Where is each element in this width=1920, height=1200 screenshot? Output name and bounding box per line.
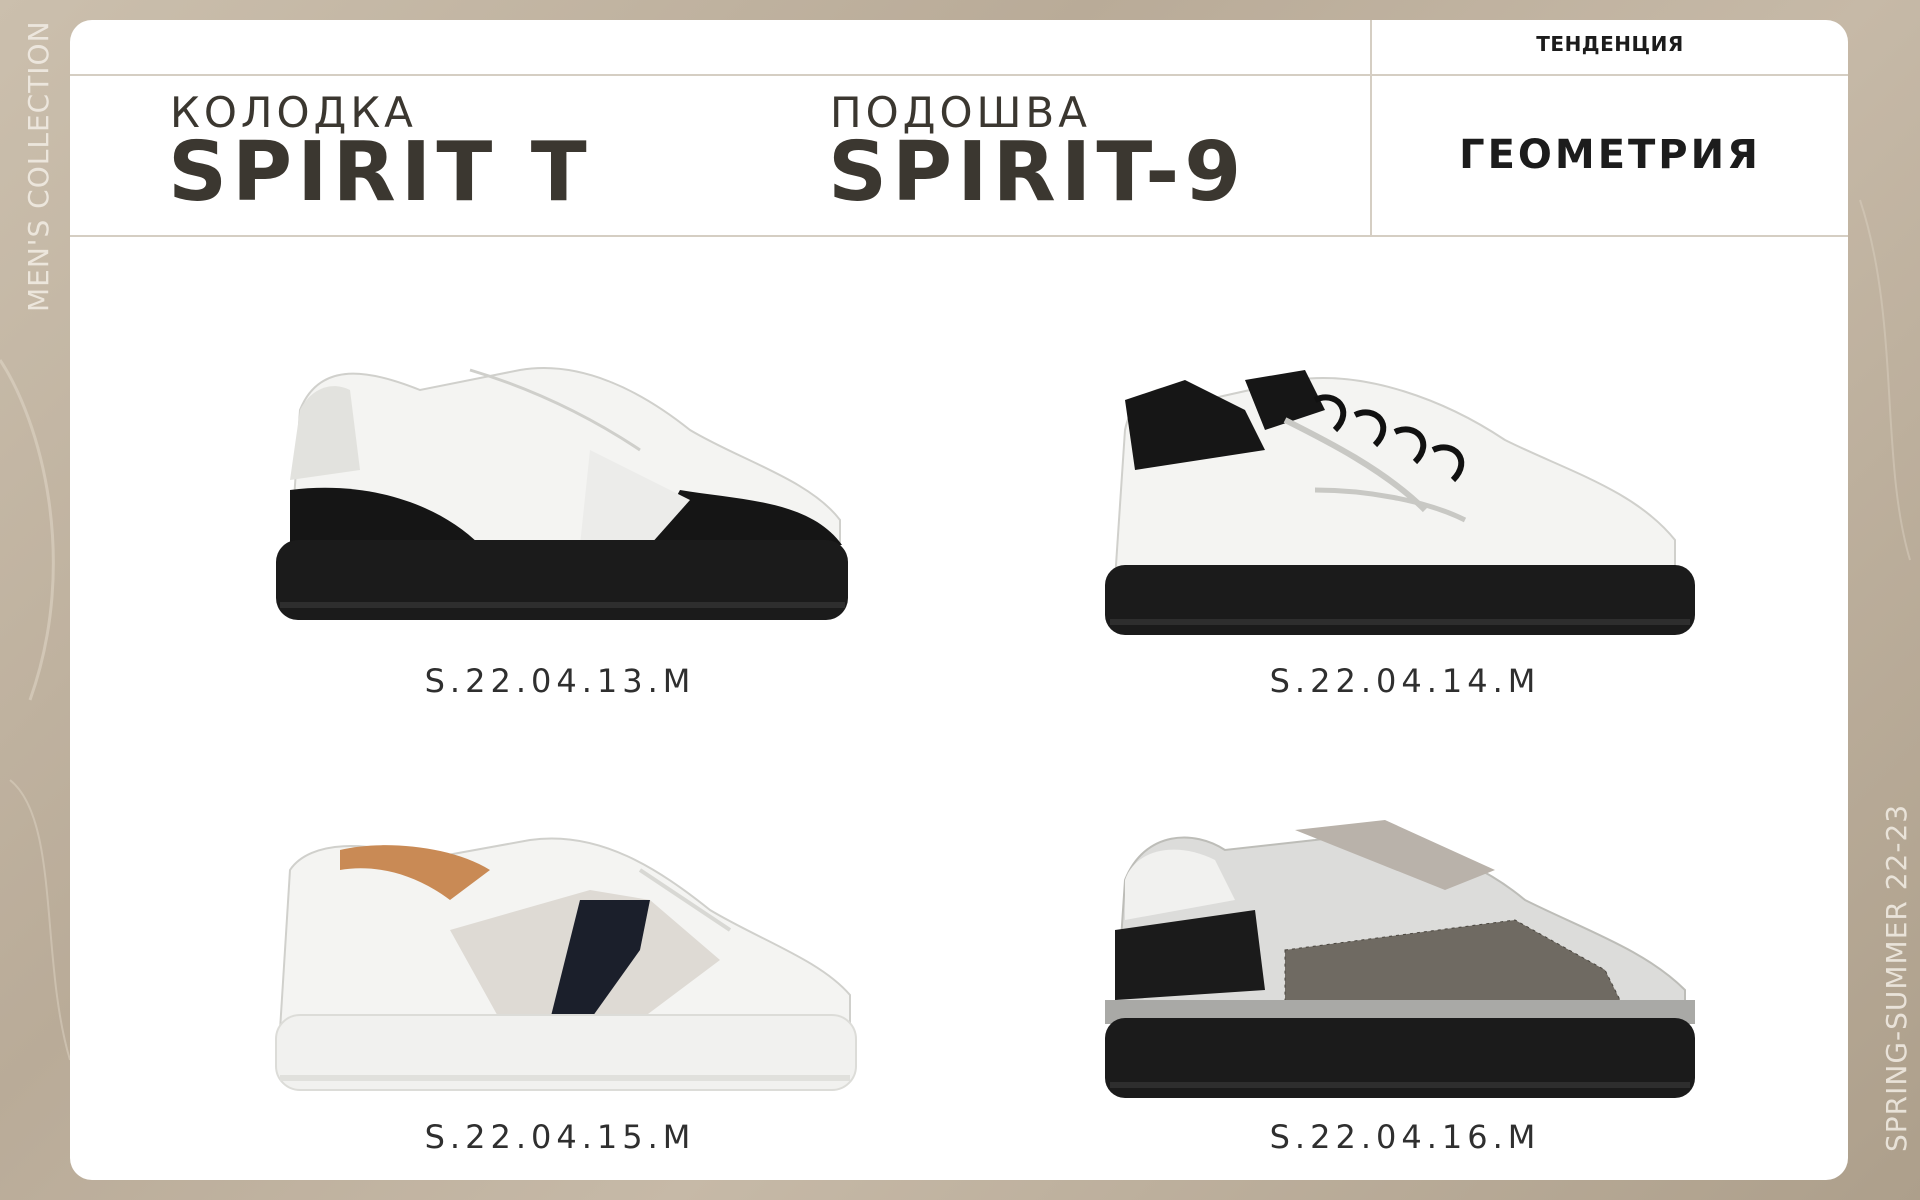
product-sku-1: S.22.04.13.M (424, 662, 696, 700)
white-black-sneaker-icon (276, 367, 848, 620)
side-text-collection: MEN'S COLLECTION (22, 20, 55, 312)
header-bottom-divider (70, 235, 1848, 237)
grey-mesh-sneaker-icon (1105, 820, 1695, 1098)
product-card-1[interactable]: S.22.04.13.M (220, 330, 900, 700)
white-sneaker-black-laces-icon (1105, 370, 1695, 635)
lookbook-card: КОЛОДКА SPIRIT T ПОДОШВА SPIRIT-9 ТЕНДЕН… (70, 20, 1848, 1180)
product-sku-3: S.22.04.15.M (424, 1118, 696, 1156)
trend-label: ТЕНДЕНЦИЯ (1536, 32, 1684, 56)
product-sku-4: S.22.04.16.M (1269, 1118, 1541, 1156)
side-text-season: SPRING-SUMMER 22-23 (1880, 803, 1913, 1152)
trend-value: ГЕОМЕТРИЯ (1459, 132, 1761, 178)
product-sku-2: S.22.04.14.M (1269, 662, 1541, 700)
white-suede-sneaker-white-sole-icon (275, 837, 857, 1091)
sole-value: SPIRIT-9 (828, 125, 1247, 220)
product-card-4[interactable]: S.22.04.16.M (1065, 800, 1745, 1156)
last-value: SPIRIT T (168, 125, 592, 220)
header-top-divider (70, 74, 1848, 76)
product-card-3[interactable]: S.22.04.15.M (220, 810, 900, 1156)
product-card-2[interactable]: S.22.04.14.M (1065, 340, 1745, 700)
